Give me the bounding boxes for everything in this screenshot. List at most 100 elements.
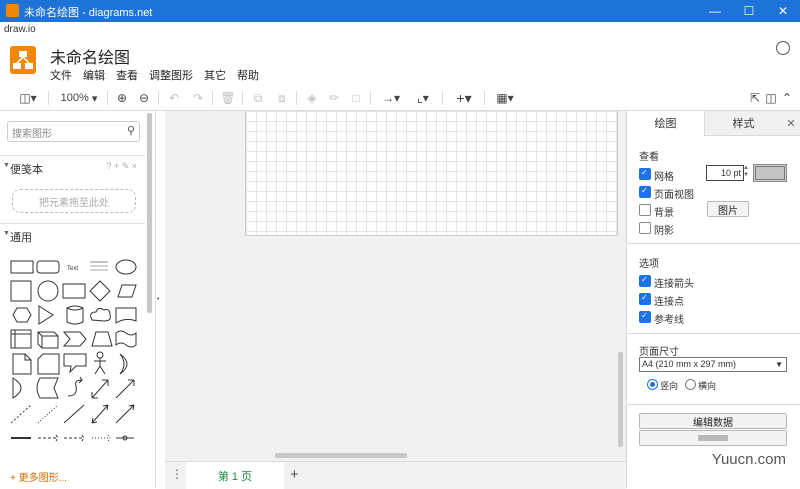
zoom-in-icon[interactable]: ⊕ [114,89,130,107]
landscape-radio[interactable] [685,379,696,390]
collapse-icon[interactable]: ⌃ [780,89,794,107]
menu-help[interactable]: 帮助 [237,67,259,83]
more-shapes-link[interactable]: + 更多图形... [10,469,67,484]
arrow-shape [115,379,135,399]
radio-dot [650,382,655,387]
zoom-dropdown[interactable]: 100% ▾ [56,89,102,107]
trapezoid-shape [91,331,113,347]
search-icon[interactable]: ⚲ [127,124,135,137]
panel-button[interactable] [639,430,787,446]
portrait-radio[interactable] [647,379,658,390]
undo-icon[interactable]: ↶ [166,89,182,107]
minimize-button[interactable]: — [698,0,732,22]
table-icon[interactable]: ▦▾ [492,89,518,107]
fullscreen-icon[interactable]: ⇱ [748,89,762,107]
close-icon[interactable]: ✕ [781,111,800,136]
connection-points-checkbox[interactable] [639,293,651,305]
line-shape [63,404,85,424]
search-placeholder: 搜索图形 [12,129,52,140]
dashed-arrow-connector-shape [64,434,85,442]
page-view-checkbox[interactable] [639,186,651,198]
text-shape[interactable]: Text [67,266,78,272]
menu-edit[interactable]: 编辑 [83,67,105,83]
menu-view[interactable]: 查看 [116,67,138,83]
page-tab-label: 第 1 页 [217,470,253,483]
connection-style-icon[interactable]: →▾ [378,89,404,107]
general-header[interactable]: ▼ 通用 [0,223,145,246]
menu-arrange[interactable]: 调整图形 [149,67,193,83]
view-panels-icon[interactable]: ◫▾ [14,89,42,107]
menu-file[interactable]: 文件 [50,67,72,83]
sidebar-scrollbar[interactable] [147,113,152,313]
step-shape [62,331,87,347]
shadow-checkbox[interactable] [639,222,651,234]
drawing-page[interactable] [245,111,618,236]
tab-style[interactable]: 样式 [704,111,782,136]
image-button[interactable]: 图片 [707,201,749,217]
note-shape [12,353,32,375]
tape-shape [115,330,137,348]
diagram-canvas[interactable] [165,111,626,461]
paper-size-title: 页面尺寸 [639,347,679,358]
grid-size-input[interactable]: 10 pt [706,165,744,181]
horizontal-scrollbar[interactable] [275,453,407,458]
grid-color-swatch [755,166,785,180]
vertical-scrollbar[interactable] [618,352,623,447]
waypoints-icon[interactable]: ⌞▾ [410,89,436,107]
line-color-icon[interactable]: ✏ [326,89,342,107]
grid-size-stepper[interactable]: ▲ ▼ [743,165,749,179]
zoom-out-icon[interactable]: ⊖ [136,89,152,107]
close-button[interactable]: ✕ [766,0,800,22]
diagram-logo-icon [13,51,33,69]
scratchpad-drop-zone[interactable]: 把元素拖至此处 [12,189,136,213]
redo-icon[interactable]: ↷ [190,89,206,107]
portrait-label: 竖向 [660,381,679,391]
scratchpad-title: 便笺本 [10,164,43,176]
insert-icon[interactable]: +▾ [450,89,478,107]
tab-page-1[interactable]: 第 1 页 [186,462,284,489]
tab-diagram-label: 绘图 [654,118,677,130]
document-title[interactable]: 未命名绘图 [50,44,130,68]
watermark: Yuucn.com [711,451,786,468]
edit-data-button[interactable]: 编辑数据 [639,413,787,429]
directional-line-shape [115,404,135,424]
grid-checkbox[interactable] [639,168,651,180]
to-front-icon[interactable]: ⧉ [250,89,266,107]
app-label: draw.io [4,24,36,35]
search-input[interactable]: 搜索图形 ⚲ [7,121,140,142]
format-panel-icon[interactable]: ◫ [764,89,778,107]
cloud-shape [90,307,111,322]
connection-arrows-checkbox[interactable] [639,275,651,287]
general-title: 通用 [10,232,32,244]
guides-checkbox[interactable] [639,311,651,323]
fill-color-icon[interactable]: ◈ [304,89,320,107]
to-back-icon[interactable]: ⧈ [274,89,290,107]
add-page-button[interactable]: + [290,466,299,483]
grid-color-button[interactable] [753,164,787,182]
drop-hint: 把元素拖至此处 [39,197,109,209]
drawio-logo [10,46,36,74]
guides-label: 参考线 [654,315,684,326]
delete-icon[interactable]: 🗑 [220,89,236,107]
scratchpad-header[interactable]: ▼ 便笺本 ? + ✎ × [0,155,145,178]
divider [627,243,800,244]
title-bar: 未命名绘图 - diagrams.net — ☐ ✕ [0,0,800,22]
hexagon-shape [12,307,32,323]
bidirectional-arrow-shape [91,379,109,399]
globe-icon[interactable] [776,41,790,55]
dashed-line-shape [10,404,32,424]
background-checkbox[interactable] [639,204,651,216]
format-tabs: 绘图 样式 ✕ [627,111,800,136]
more-pages-icon[interactable]: ⋮ [171,467,183,481]
toolbar: ◫▾ 100% ▾ ⊕ ⊖ ↶ ↷ 🗑 ⧉ ⧈ ◈ ✏ □ →▾ ⌞▾ +▾ ▦… [0,86,800,111]
chevron-down-icon: ▼ [3,162,10,169]
sidebar-resize-handle[interactable]: • [157,296,159,303]
tab-diagram[interactable]: 绘图 [627,111,704,135]
data-storage-shape [36,377,59,399]
shadow-icon[interactable]: □ [348,89,364,107]
edit-data-label: 编辑数据 [693,417,733,429]
paper-size-select[interactable]: A4 (210 mm x 297 mm) ▼ [639,357,787,372]
menu-extras[interactable]: 其它 [204,67,226,83]
maximize-button[interactable]: ☐ [732,0,766,22]
scratchpad-actions[interactable]: ? + ✎ × [106,161,137,172]
